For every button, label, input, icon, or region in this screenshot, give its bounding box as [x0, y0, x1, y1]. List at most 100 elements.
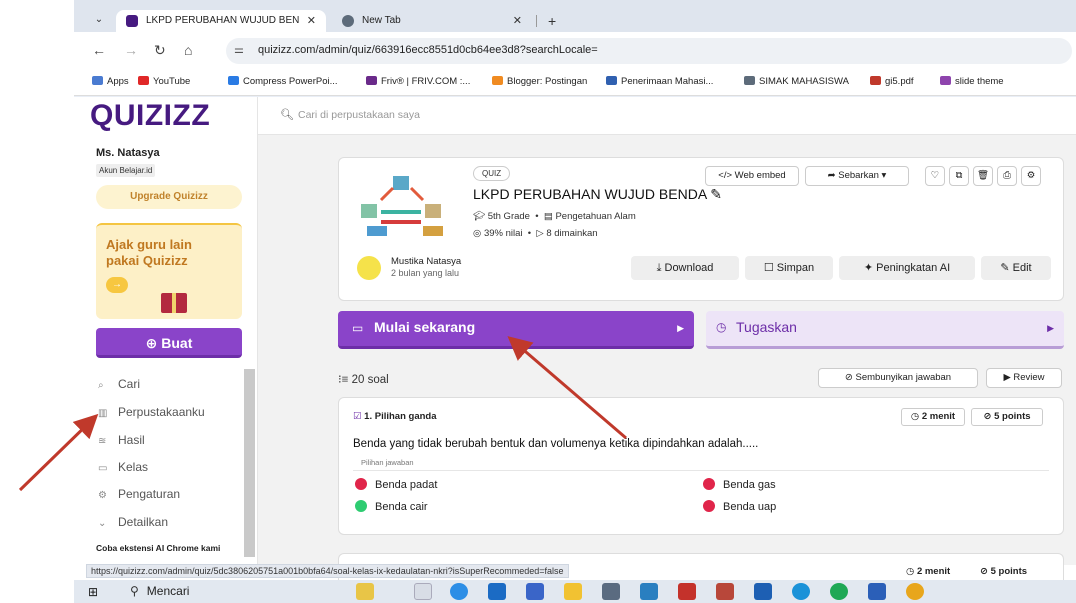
pdf-icon: [870, 76, 881, 85]
print-icon[interactable]: ⎙: [997, 166, 1017, 186]
assign-button[interactable]: ◷ Tugaskan ▶: [706, 311, 1064, 349]
bookmark-penerimaan[interactable]: Penerimaan Mahasi...: [606, 76, 713, 87]
word-icon[interactable]: [868, 583, 886, 600]
answer-text: Benda padat: [375, 479, 438, 491]
bookmark-label: Friv® | FRIV.COM :...: [381, 76, 471, 87]
canva-icon[interactable]: [792, 583, 810, 600]
bookmark-friv[interactable]: Friv® | FRIV.COM :...: [366, 76, 470, 87]
bookmark-gi5pdf[interactable]: gi5.pdf: [870, 76, 914, 87]
toucan-widget-icon[interactable]: [356, 583, 374, 600]
quizizz-logo[interactable]: QUIZIZZ: [90, 99, 210, 133]
file-explorer-icon[interactable]: [564, 583, 582, 600]
mail-icon[interactable]: [488, 583, 506, 600]
sidebar-scrollbar[interactable]: [244, 369, 255, 557]
address-bar[interactable]: ⚌ quizizz.com/admin/quiz/663916ecc8551d0…: [226, 38, 1072, 64]
classes-icon: ▭: [98, 463, 108, 474]
store-icon[interactable]: [754, 583, 772, 600]
bookmark-label: slide theme: [955, 76, 1004, 87]
author-name[interactable]: Mustika Natasya: [391, 256, 461, 267]
photos-icon[interactable]: [526, 583, 544, 600]
eye-off-icon: ⊘: [844, 372, 853, 383]
copy-icon[interactable]: ⧉: [949, 166, 969, 186]
start-now-button[interactable]: ▭ Mulai sekarang ▶: [338, 311, 694, 349]
sidebar-item-cari[interactable]: ⌕ Cari: [98, 377, 140, 391]
upgrade-button[interactable]: Upgrade Quizizz: [96, 185, 242, 209]
question-card[interactable]: ☑ 1. Pilihan ganda ◷ 2 menit ⊘ 5 points …: [338, 397, 1064, 535]
calculator-icon[interactable]: [640, 583, 658, 600]
sidebar-item-perpustakaanku[interactable]: ▥ Perpustakaanku: [98, 405, 205, 419]
bookmark-label: gi5.pdf: [885, 76, 914, 87]
bookmark-slide-theme[interactable]: slide theme: [940, 76, 1004, 87]
arrow-right-icon[interactable]: →: [106, 277, 128, 293]
new-tab-button[interactable]: +: [548, 10, 556, 32]
hide-answers-button[interactable]: ⊘ Sembunyikan jawaban: [818, 368, 978, 388]
bookmark-blogger[interactable]: Blogger: Postingan: [492, 76, 587, 87]
windows-start-icon[interactable]: ⊞: [88, 585, 98, 599]
sidebar-item-hasil[interactable]: ≊ Hasil: [98, 433, 145, 447]
back-icon[interactable]: ←: [92, 42, 106, 58]
bookmarks-bar: Apps YouTube Compress PowerPoi... Friv® …: [74, 70, 1076, 96]
create-button[interactable]: ⊕ Buat: [96, 328, 242, 358]
thumb-shape: [361, 204, 377, 218]
question-time[interactable]: ◷ 2 menit: [901, 408, 965, 426]
question-points[interactable]: ⊘ 5 points: [971, 408, 1043, 426]
search-input[interactable]: Cari di perpustakaan saya: [298, 109, 420, 121]
close-tab-icon[interactable]: ✕: [513, 10, 522, 32]
bookmark-apps[interactable]: Apps: [92, 76, 129, 87]
navigation-bar: ← → ↻ ⌂ ⚌ quizizz.com/admin/quiz/663916e…: [74, 32, 1076, 70]
question-text: Benda yang tidak berubah bentuk dan volu…: [353, 438, 759, 450]
question-type-label: 1. Pilihan ganda: [364, 411, 437, 422]
download-button[interactable]: ⤓ Download: [631, 256, 739, 280]
home-icon[interactable]: ⌂: [184, 42, 192, 58]
taskbar-search[interactable]: ⚲ Mencari: [118, 580, 338, 603]
forward-icon[interactable]: →: [124, 42, 138, 58]
calendar-app-icon[interactable]: [716, 583, 734, 600]
bookmark-label: Compress PowerPoi...: [243, 76, 338, 87]
review-button[interactable]: ▶ Review: [986, 368, 1062, 388]
camera-icon[interactable]: [602, 583, 620, 600]
trash-icon[interactable]: 🗑︎: [973, 166, 993, 186]
tab-search-dropdown[interactable]: ⌄: [88, 11, 110, 29]
browser-window: ⌄ LKPD PERUBAHAN WUJUD BEN ✕ New Tab ✕ +…: [74, 0, 1076, 97]
tab-quizizz[interactable]: LKPD PERUBAHAN WUJUD BEN ✕: [116, 10, 326, 32]
bookmark-youtube[interactable]: YouTube: [138, 76, 190, 87]
ai-enhance-button[interactable]: ✦ Peningkatan AI: [839, 256, 975, 280]
tab-title: New Tab: [362, 15, 401, 26]
reload-icon[interactable]: ↻: [154, 42, 166, 59]
whatsapp-icon[interactable]: [830, 583, 848, 600]
powerpoint-icon[interactable]: [678, 583, 696, 600]
avatar[interactable]: [357, 256, 381, 280]
sidebar-item-detailkan[interactable]: ⌄ Detailkan: [98, 515, 168, 529]
save-button[interactable]: ☐ Simpan: [745, 256, 833, 280]
invite-teachers-promo[interactable]: Ajak guru lain pakai Quizizz →: [96, 223, 242, 319]
url-text[interactable]: quizizz.com/admin/quiz/663916ecc8551d0cb…: [258, 44, 598, 56]
edit-button[interactable]: ✎ Edit: [981, 256, 1051, 280]
sidebar-item-kelas[interactable]: ▭ Kelas: [98, 460, 148, 474]
pencil-icon[interactable]: ✎: [710, 186, 722, 202]
sidebar-item-pengaturan[interactable]: ⚙ Pengaturan: [98, 487, 180, 501]
thumb-shape: [423, 226, 443, 236]
ai-extension-promo[interactable]: Coba ekstensi AI Chrome kami: [96, 543, 236, 553]
tab-new-tab[interactable]: New Tab ✕: [332, 10, 532, 32]
site-info-icon[interactable]: ⚌: [234, 43, 244, 56]
question-time[interactable]: ◷ 2 menit: [906, 566, 950, 577]
share-button[interactable]: ➦ Sebarkan ▾: [805, 166, 909, 186]
bookmark-simak[interactable]: SIMAK MAHASISWA: [744, 76, 849, 87]
edge-icon[interactable]: [450, 583, 468, 600]
task-view-icon[interactable]: [414, 583, 432, 600]
bookmark-compress[interactable]: Compress PowerPoi...: [228, 76, 338, 87]
close-tab-icon[interactable]: ✕: [307, 10, 316, 32]
question-count-text: 20 soal: [351, 374, 389, 386]
incorrect-dot-icon: [703, 500, 715, 512]
question-points[interactable]: ⊘ 5 points: [980, 566, 1027, 577]
quiz-title[interactable]: LKPD PERUBAHAN WUJUD BENDA ✎: [473, 186, 722, 203]
tab-title: LKPD PERUBAHAN WUJUD BEN: [146, 15, 300, 26]
question-count: ⁝≡ 20 soal: [338, 372, 389, 386]
web-embed-button[interactable]: </> Web embed: [705, 166, 799, 186]
chrome-icon[interactable]: [906, 583, 924, 600]
clock-icon: ◷: [716, 320, 727, 334]
settings-icon[interactable]: ⚙: [1021, 166, 1041, 186]
quiz-title-text: LKPD PERUBAHAN WUJUD BENDA: [473, 186, 707, 202]
heart-icon[interactable]: ♡: [925, 166, 945, 186]
bookmark-label: Apps: [107, 76, 129, 87]
